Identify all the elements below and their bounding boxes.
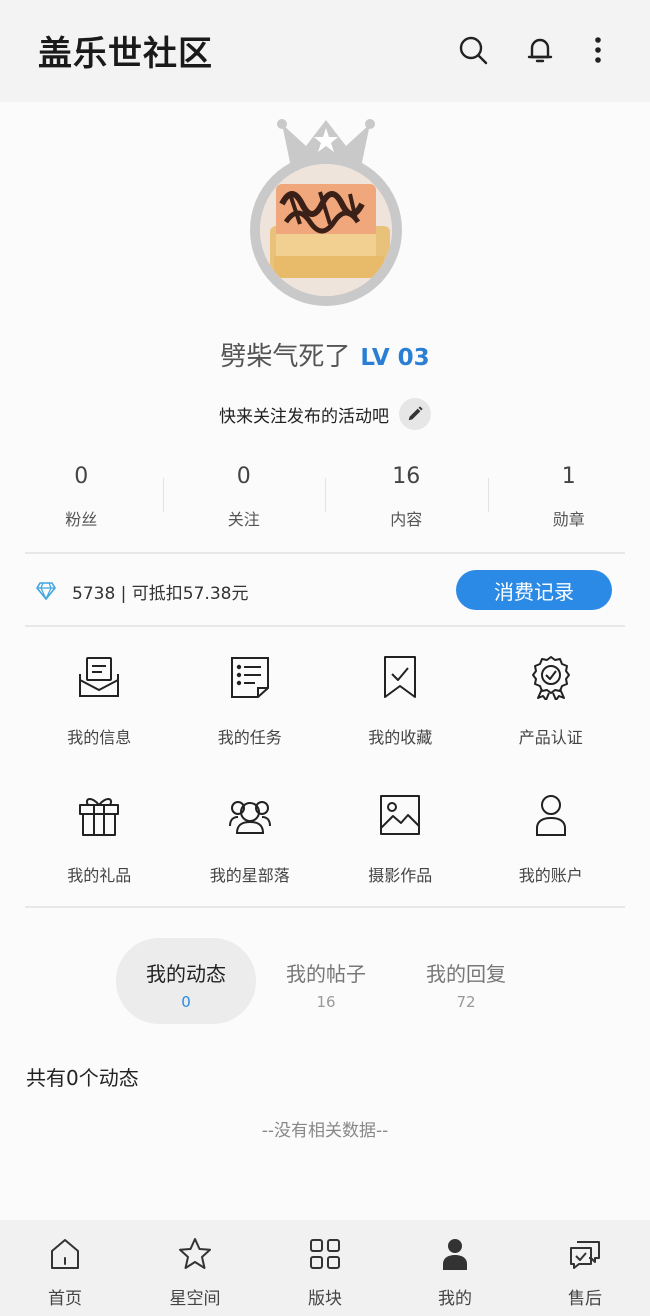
grid-label: 我的礼品 [67,866,132,885]
image-icon [380,795,421,835]
consumption-record-button[interactable]: 消费记录 [456,570,612,610]
grid-item-my-gifts[interactable]: 我的礼品 [24,790,175,886]
gift-icon [79,798,120,836]
tab-count: 16 [316,993,336,1011]
group-icon [228,801,271,834]
grid-item-my-account[interactable]: 我的账户 [476,790,627,886]
grid-label: 我的收藏 [368,728,433,747]
grid-label: 摄影作品 [368,866,433,885]
tab-my-replies[interactable]: 我的回复 72 [396,938,536,1024]
tab-count: 72 [456,993,476,1011]
stat-content[interactable]: 16 内容 [325,458,488,538]
home-icon [51,1239,79,1269]
grid-label: 我的账户 [518,866,583,885]
bio-text: 快来关注发布的活动吧 [219,406,389,427]
grid-label: 产品认证 [518,728,583,747]
empty-state-text: --没有相关数据-- [261,1121,389,1141]
nav-label: 首页 [48,1289,82,1309]
bottom-nav: 首页 星空间 版块 我的 售后 [0,1220,650,1316]
edit-bio-button[interactable] [399,398,431,430]
grid-label: 我的星部落 [209,866,290,885]
nav-label: 版块 [308,1289,342,1309]
grid-item-my-tasks[interactable]: 我的任务 [175,652,326,748]
nav-label: 我的 [438,1289,472,1309]
user-icon [535,795,566,836]
username-row: 劈柴气死了 LV 03 [0,336,650,373]
tab-count: 0 [181,993,191,1011]
avatar-image [260,164,392,296]
stat-medals[interactable]: 1 勋章 [487,458,650,538]
activity-tabs: 我的动态 0 我的帖子 16 我的回复 72 [0,938,650,1026]
stat-value: 1 [561,464,576,489]
more-vertical-icon[interactable] [580,32,616,68]
stat-value: 0 [74,464,89,489]
pencil-icon [408,406,423,421]
grid-item-photography[interactable]: 摄影作品 [325,790,476,886]
stats-row: 0 粉丝 0 关注 16 内容 1 勋章 [0,458,650,538]
stat-fans[interactable]: 0 粉丝 [0,458,163,538]
points-row: 5738 | 可抵扣57.38元 [36,574,248,608]
grid-item-my-star-tribe[interactable]: 我的星部落 [175,790,326,886]
nav-label: 售后 [568,1289,602,1309]
message-icon [79,657,120,697]
stat-label: 粉丝 [65,510,98,529]
grid-item-my-info[interactable]: 我的信息 [24,652,175,748]
nav-item-mine[interactable]: 我的 [390,1220,520,1316]
nav-item-sections[interactable]: 版块 [260,1220,390,1316]
stat-value: 16 [392,464,421,489]
task-list-icon [230,657,269,698]
app-header: 盖乐世社区 [0,0,650,102]
stat-label: 勋章 [552,510,585,529]
level-badge: LV 03 [360,345,430,371]
stat-value: 0 [236,464,251,489]
nav-label: 星空间 [169,1289,221,1309]
bio-row: 快来关注发布的活动吧 [0,398,650,430]
badge-certificate-icon [531,656,570,700]
divider [25,552,625,554]
divider [25,625,625,627]
divider [25,906,625,908]
activity-count: 共有0个动态 [26,1066,139,1090]
app-title: 盖乐世社区 [38,34,213,74]
nav-item-star-space[interactable]: 星空间 [130,1220,260,1316]
stat-following[interactable]: 0 关注 [162,458,326,538]
diamond-icon [36,582,56,600]
tab-my-activity[interactable]: 我的动态 0 [116,938,256,1024]
grid-item-my-favorites[interactable]: 我的收藏 [325,652,476,748]
grid-label: 我的信息 [67,728,132,747]
bell-icon[interactable] [522,32,558,68]
nav-item-home[interactable]: 首页 [0,1220,130,1316]
feature-grid: 我的信息 我的任务 我的收藏 产品认证 我的礼品 我的星部落 摄影作品 我的账户 [24,652,626,886]
tab-label: 我的帖子 [286,962,366,986]
tab-label: 我的动态 [146,962,226,986]
stat-label: 关注 [227,510,260,529]
tab-label: 我的回复 [426,962,506,986]
points-text: 5738 | 可抵扣57.38元 [72,583,249,604]
grid-label: 我的任务 [217,728,282,747]
stat-label: 内容 [390,510,423,529]
person-icon [443,1239,467,1270]
username: 劈柴气死了 [220,342,351,372]
grid-item-product-certification[interactable]: 产品认证 [476,652,627,748]
star-icon [179,1238,211,1269]
bookmark-icon [384,656,417,698]
chat-check-icon [570,1241,600,1269]
nav-item-after-sales[interactable]: 售后 [520,1220,650,1316]
tab-my-posts[interactable]: 我的帖子 16 [256,938,396,1024]
search-icon[interactable] [455,32,491,68]
avatar[interactable] [246,116,406,306]
grid-icon [310,1239,340,1269]
